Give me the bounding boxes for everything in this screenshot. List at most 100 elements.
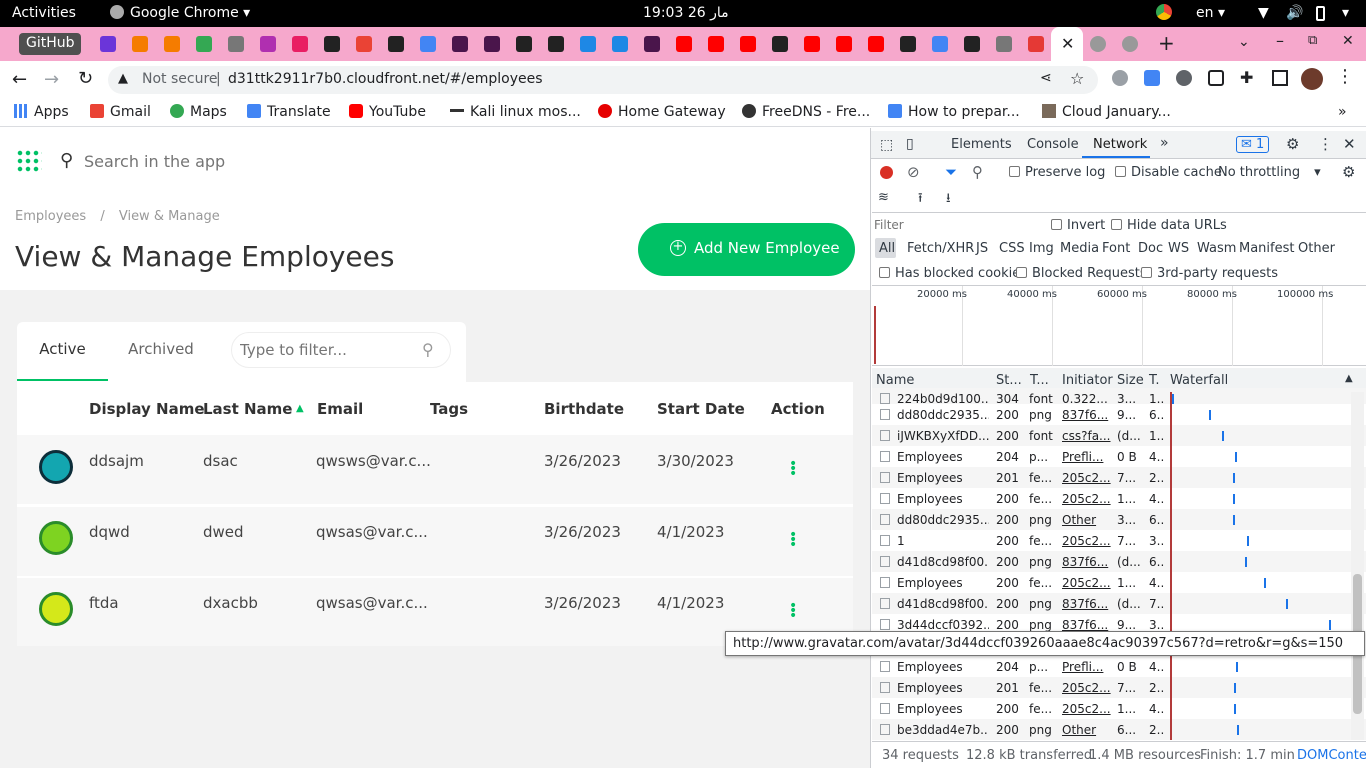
extensions-puzzle-icon[interactable]: ✚ bbox=[1240, 68, 1253, 87]
type-filter[interactable]: Manifest bbox=[1239, 241, 1294, 256]
column-type[interactable]: T... bbox=[1030, 373, 1049, 388]
warning-icon[interactable]: ▲ bbox=[118, 71, 128, 86]
has-blocked-cookies-checkbox[interactable]: Has blocked cookies bbox=[879, 266, 1027, 281]
bookmark-star-icon[interactable]: ☆ bbox=[1070, 69, 1084, 88]
network-request-row[interactable]: Employees 204 p... Prefli... 0 B 4... bbox=[872, 656, 1366, 677]
tab-network[interactable]: Network bbox=[1093, 137, 1147, 152]
bookmark-cloud-january[interactable]: Cloud January... bbox=[1042, 104, 1171, 120]
network-request-row[interactable]: d41d8cd98f00... 200 png 837f6... (d... 7... bbox=[872, 593, 1366, 614]
network-settings-icon[interactable]: ⚙ bbox=[1342, 163, 1355, 181]
third-party-checkbox[interactable]: 3rd-party requests bbox=[1141, 266, 1278, 281]
devtools-close-icon[interactable]: ✕ bbox=[1343, 135, 1356, 153]
type-filter[interactable]: Img bbox=[1029, 241, 1054, 256]
tab-favicon-icon[interactable] bbox=[708, 36, 724, 52]
row-actions-kebab-icon[interactable]: ••• bbox=[789, 457, 797, 481]
search-input[interactable] bbox=[84, 148, 554, 174]
more-bookmarks-icon[interactable]: » bbox=[1338, 104, 1347, 120]
network-request-row[interactable]: Employees 200 fe... 205c2... 1... 4... bbox=[872, 488, 1366, 509]
chrome-menu-icon[interactable]: ⋮ bbox=[1336, 66, 1354, 87]
sort-ascending-icon[interactable]: ▲ bbox=[296, 403, 304, 414]
address-bar[interactable]: ▲ Not secure | d31ttk2911r7b0.cloudfront… bbox=[108, 66, 1098, 94]
tab-favicon-icon[interactable] bbox=[644, 36, 660, 52]
tab-favicon-icon[interactable] bbox=[676, 36, 692, 52]
column-initiator[interactable]: Initiator bbox=[1062, 373, 1113, 388]
system-menu-icon[interactable]: ▾ bbox=[1342, 5, 1349, 21]
tab-favicon-icon[interactable] bbox=[324, 36, 340, 52]
bookmark-translate[interactable]: Translate bbox=[247, 104, 331, 120]
chrome-tray-icon[interactable] bbox=[1156, 4, 1172, 20]
active-tab[interactable]: ✕ bbox=[1051, 27, 1083, 61]
tab-favicon-icon[interactable] bbox=[1028, 36, 1044, 52]
tab-favicon-icon[interactable] bbox=[356, 36, 372, 52]
tab-favicon-icon[interactable] bbox=[1122, 36, 1138, 52]
issues-badge[interactable]: ✉ 1 bbox=[1236, 136, 1270, 153]
tab-favicon-icon[interactable] bbox=[196, 36, 212, 52]
close-tab-icon[interactable]: ✕ bbox=[1061, 34, 1074, 53]
breadcrumb-employees[interactable]: Employees bbox=[15, 209, 86, 224]
filter-input[interactable] bbox=[240, 339, 410, 361]
tab-favicon-icon[interactable] bbox=[740, 36, 756, 52]
network-request-row[interactable]: d41d8cd98f00... 200 png 837f6... (d... 6... bbox=[872, 551, 1366, 572]
tab-favicon-icon[interactable] bbox=[1090, 36, 1106, 52]
bookmark-maps[interactable]: Maps bbox=[170, 104, 227, 120]
devtools-menu-icon[interactable]: ⋮ bbox=[1318, 135, 1333, 153]
record-icon[interactable] bbox=[880, 166, 893, 179]
language-indicator[interactable]: en ▾ bbox=[1196, 5, 1225, 21]
tab-favicon-icon[interactable] bbox=[228, 36, 244, 52]
tab-favicon-icon[interactable] bbox=[132, 36, 148, 52]
new-tab-icon[interactable]: + bbox=[1158, 31, 1175, 55]
tab-favicon-icon[interactable] bbox=[836, 36, 852, 52]
tab-favicon-icon[interactable] bbox=[484, 36, 500, 52]
tab-favicon-icon[interactable] bbox=[580, 36, 596, 52]
column-start-date[interactable]: Start Date bbox=[657, 400, 745, 418]
tab-favicon-icon[interactable] bbox=[996, 36, 1012, 52]
reload-icon[interactable]: ↻ bbox=[78, 68, 93, 89]
tab-search-icon[interactable]: ⌄ bbox=[1238, 34, 1250, 50]
disable-cache-checkbox[interactable]: Disable cache bbox=[1115, 165, 1222, 180]
bookmark-home-gateway[interactable]: Home Gateway bbox=[598, 104, 726, 120]
tab-favicon-icon[interactable] bbox=[900, 36, 916, 52]
tab-favicon-icon[interactable] bbox=[804, 36, 820, 52]
extension-icon[interactable] bbox=[1112, 70, 1128, 86]
type-filter[interactable]: WS bbox=[1168, 241, 1189, 256]
back-icon[interactable]: ← bbox=[12, 69, 27, 90]
hide-data-urls-checkbox[interactable]: Hide data URLs bbox=[1111, 218, 1227, 233]
tab-favicon-icon[interactable] bbox=[772, 36, 788, 52]
type-filter[interactable]: JS bbox=[976, 241, 988, 256]
row-actions-kebab-icon[interactable]: ••• bbox=[789, 599, 797, 623]
column-display-name[interactable]: Display Name bbox=[89, 400, 205, 418]
tab-favicon-icon[interactable] bbox=[388, 36, 404, 52]
tab-active[interactable]: Active bbox=[17, 340, 108, 358]
active-app-menu[interactable]: Google Chrome ▾ bbox=[110, 5, 250, 21]
filter-search-icon[interactable]: ⚲ bbox=[422, 340, 434, 359]
side-panel-icon[interactable] bbox=[1272, 70, 1288, 86]
search-network-icon[interactable]: ⚲ bbox=[972, 163, 983, 181]
add-new-employee-button[interactable]: + Add New Employee bbox=[638, 223, 855, 276]
network-request-row[interactable]: 224b0d9d100... 304 font 0.322... 3... 1... bbox=[872, 388, 1366, 404]
column-name[interactable]: Name bbox=[876, 373, 914, 388]
bookmark-freedns[interactable]: FreeDNS - Fre... bbox=[742, 104, 870, 120]
type-filter[interactable]: CSS bbox=[999, 241, 1025, 256]
inspect-element-icon[interactable]: ⬚ bbox=[880, 137, 893, 153]
network-request-row[interactable]: dd80ddc2935... 200 png 837f6... 9... 6... bbox=[872, 404, 1366, 425]
window-close-icon[interactable]: ✕ bbox=[1342, 33, 1354, 49]
tab-archived[interactable]: Archived bbox=[116, 340, 206, 358]
network-request-row[interactable]: 1 200 fe... 205c2... 7... 3... bbox=[872, 530, 1366, 551]
minimize-icon[interactable]: – bbox=[1276, 31, 1284, 50]
column-time[interactable]: T. bbox=[1149, 373, 1160, 388]
tab-favicon-icon[interactable] bbox=[868, 36, 884, 52]
network-request-row[interactable]: Employees 200 fe... 205c2... 1... 4... bbox=[872, 698, 1366, 719]
bookmark-how-to-prepare[interactable]: How to prepar... bbox=[888, 104, 1020, 120]
type-filter[interactable]: Font bbox=[1102, 241, 1130, 256]
translate-extension-icon[interactable] bbox=[1144, 70, 1160, 86]
tab-favicon-icon[interactable] bbox=[420, 36, 436, 52]
filter-funnel-icon[interactable]: ⏷ bbox=[945, 163, 957, 181]
wifi-icon[interactable]: ▼ bbox=[1258, 5, 1269, 21]
column-status[interactable]: St... bbox=[996, 373, 1022, 388]
column-tags[interactable]: Tags bbox=[430, 400, 468, 418]
forward-icon[interactable]: → bbox=[44, 69, 59, 90]
tab-group-github[interactable]: GitHub bbox=[19, 33, 81, 55]
activities-button[interactable]: Activities bbox=[12, 5, 76, 21]
tab-favicon-icon[interactable] bbox=[260, 36, 276, 52]
network-request-row[interactable]: Employees 201 fe... 205c2... 7... 2... bbox=[872, 467, 1366, 488]
